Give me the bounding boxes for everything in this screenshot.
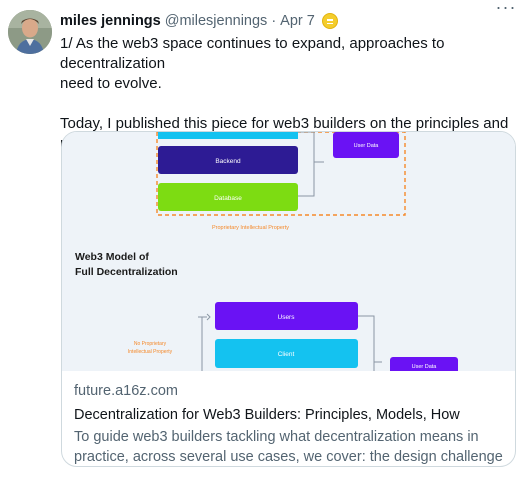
labeled-badge-icon[interactable] — [321, 13, 338, 29]
card-title: Decentralization for Web3 Builders: Prin… — [74, 407, 460, 423]
diagram-proprietary-label: Proprietary Intellectual Property — [212, 225, 289, 231]
card-description: To guide web3 builders tackling what dec… — [74, 427, 503, 466]
diagram-user-data-label: User Data — [354, 143, 380, 149]
diagram-user-data-label-2: User Data — [412, 364, 438, 370]
diagram-heading-line-1: Web3 Model of — [75, 251, 149, 263]
card-domain: future.a16z.com — [74, 383, 178, 399]
card-description-line-1: To guide web3 builders tackling what dec… — [74, 429, 479, 445]
author-handle[interactable]: @milesjennings — [165, 13, 268, 29]
more-options-icon[interactable]: ··· — [494, 0, 518, 18]
diagram-users-label: Users — [278, 314, 296, 321]
tweet-header: miles jennings @milesjennings · Apr 7 — [60, 11, 516, 31]
diagram-backend-label: Backend — [215, 158, 241, 165]
diagram-no-proprietary-label-line-2: Intellectual Property — [128, 349, 173, 355]
diagram-heading-line-2: Full Decentralization — [75, 266, 178, 278]
separator-dot: · — [271, 13, 277, 29]
card-image[interactable]: Backend Database User Data Proprietary I… — [62, 132, 515, 371]
diagram-client-label: Client — [278, 351, 295, 358]
tweet-text-paragraph-1: 1/ As the web3 space continues to expand… — [60, 35, 445, 92]
tweet[interactable]: miles jennings @milesjennings · Apr 7 ··… — [0, 0, 526, 477]
diagram-top-partial-box — [158, 132, 298, 139]
diagram-database-label: Database — [214, 195, 242, 202]
card-meta[interactable]: future.a16z.com Decentralization for Web… — [74, 382, 503, 466]
author-avatar[interactable] — [8, 10, 52, 54]
diagram-no-proprietary-label-line-1: No Proprietary — [134, 341, 167, 347]
link-preview-card[interactable]: Backend Database User Data Proprietary I… — [61, 131, 516, 467]
card-description-line-2: practice, across several use cases, we c… — [74, 449, 503, 465]
author-name[interactable]: miles jennings — [60, 13, 161, 29]
tweet-date[interactable]: Apr 7 — [280, 13, 315, 29]
